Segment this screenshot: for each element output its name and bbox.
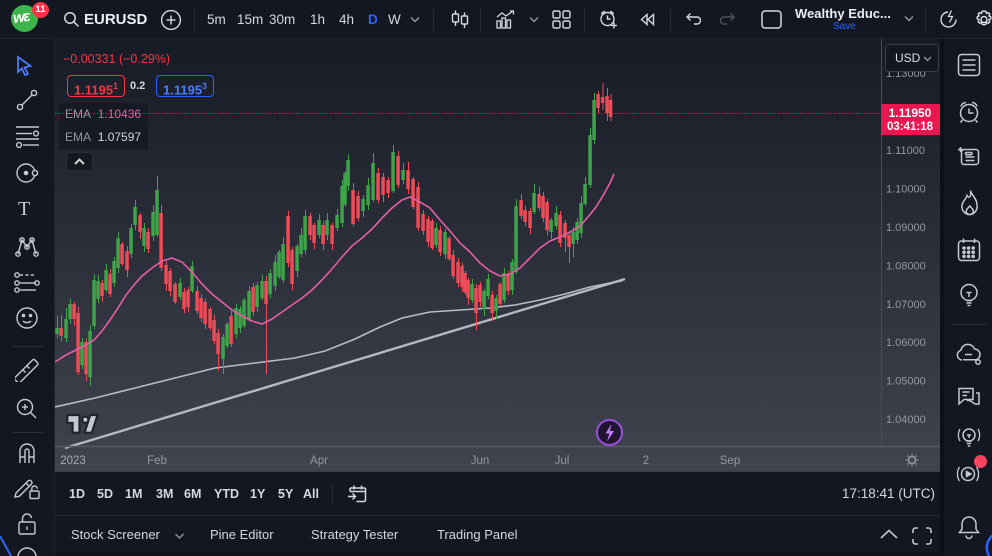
svg-text:Feb: Feb bbox=[147, 455, 167, 467]
svg-text:Apr: Apr bbox=[310, 455, 328, 467]
svg-text:1.10000: 1.10000 bbox=[886, 183, 926, 195]
svg-text:2: 2 bbox=[643, 455, 649, 467]
svg-text:1.07000: 1.07000 bbox=[886, 299, 926, 311]
svg-text:1.05000: 1.05000 bbox=[886, 375, 926, 387]
svg-text:Jul: Jul bbox=[555, 455, 570, 467]
svg-text:1.11000: 1.11000 bbox=[886, 145, 925, 157]
svg-text:1.06000: 1.06000 bbox=[886, 337, 926, 349]
svg-text:Sep: Sep bbox=[720, 455, 740, 467]
svg-text:1.11950: 1.11950 bbox=[889, 106, 932, 120]
svg-text:1.04000: 1.04000 bbox=[886, 414, 926, 426]
svg-text:03:41:18: 03:41:18 bbox=[887, 121, 934, 133]
svg-text:1.09000: 1.09000 bbox=[886, 222, 926, 234]
svg-text:1.08000: 1.08000 bbox=[886, 260, 926, 272]
svg-text:Jun: Jun bbox=[471, 455, 490, 467]
svg-text:2023: 2023 bbox=[60, 455, 86, 467]
